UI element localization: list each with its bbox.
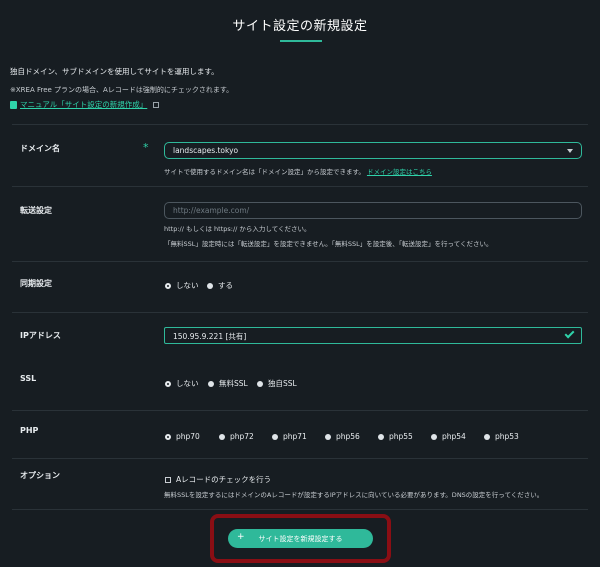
- radio-icon: [484, 433, 490, 440]
- create-site-button-label: サイト設定を新規設定する: [258, 534, 343, 543]
- redirect-label: 転送設定: [20, 206, 52, 215]
- option-help: 無料SSLを設定するにはドメインのAレコードが設定するIPアドレスに向いている必…: [164, 491, 544, 499]
- intro-text: 独自ドメイン、サブドメインを使用してサイトを運用します。: [10, 67, 219, 76]
- redirect-help-2: 「無料SSL」設定時には「転送設定」を設定できません。「無料SSL」を設定後、「…: [164, 240, 493, 248]
- radio-icon: [219, 433, 225, 440]
- domain-settings-link[interactable]: ドメイン設定はこちら: [367, 168, 432, 176]
- divider: [12, 509, 588, 510]
- radio-icon: [378, 433, 384, 440]
- redirect-help-1: http:// もしくは https:// から入力してください。: [164, 225, 311, 233]
- divider: [12, 261, 588, 262]
- sync-radio-group: しない する: [165, 280, 233, 291]
- php-option-label: php53: [495, 432, 519, 441]
- sync-option-off[interactable]: しない: [165, 280, 207, 291]
- php-option-label: php70: [176, 432, 200, 441]
- domain-help: サイトで使用するドメイン名は「ドメイン設定」から設定できます。 ドメイン設定はこ…: [164, 166, 432, 176]
- check-icon: [564, 328, 575, 339]
- php-option-label: php71: [283, 432, 307, 441]
- free-plan-note: ※XREA Free プランの場合、Aレコードは強制的にチェックされます。: [10, 86, 234, 94]
- title-underline: [280, 40, 322, 42]
- divider: [12, 458, 588, 459]
- redirect-url-input[interactable]: http://example.com/: [164, 202, 582, 219]
- divider: [12, 312, 588, 313]
- php-radio-group: php70 php72 php71 php56 php55 php54 php5…: [165, 432, 519, 441]
- option-label: オプション: [20, 471, 60, 480]
- chevron-down-icon: [567, 149, 573, 153]
- php-option-php71[interactable]: php71: [272, 432, 325, 441]
- ssl-option-none-label: しない: [176, 379, 199, 388]
- ssl-option-custom-label: 独自SSL: [268, 379, 297, 388]
- radio-icon: [325, 433, 331, 440]
- php-option-php55[interactable]: php55: [378, 432, 431, 441]
- ip-address-value: 150.95.9.221 [共有]: [173, 332, 247, 341]
- sync-label: 同期設定: [20, 279, 52, 288]
- ssl-option-free[interactable]: 無料SSL: [208, 378, 257, 389]
- domain-select-value: landscapes.tokyo: [173, 146, 239, 155]
- divider: [12, 124, 588, 125]
- divider: [12, 186, 588, 187]
- radio-icon: [257, 380, 263, 387]
- php-option-label: php56: [336, 432, 360, 441]
- php-option-label: php55: [389, 432, 413, 441]
- php-option-php54[interactable]: php54: [431, 432, 484, 441]
- sync-option-on-label: する: [218, 281, 233, 290]
- radio-icon: [272, 433, 278, 440]
- manual-link[interactable]: マニュアル「サイト設定の新規作成」: [10, 99, 160, 110]
- domain-help-text: サイトで使用するドメイン名は「ドメイン設定」から設定できます。: [164, 168, 365, 176]
- create-site-button[interactable]: + サイト設定を新規設定する: [228, 529, 373, 548]
- ip-label: IPアドレス: [20, 331, 61, 340]
- php-option-label: php72: [230, 432, 254, 441]
- a-record-checkbox-label: Aレコードのチェックを行う: [176, 475, 272, 484]
- radio-selected-icon: [165, 380, 171, 387]
- ssl-option-none[interactable]: しない: [165, 378, 208, 389]
- divider: [12, 410, 588, 411]
- required-mark: *: [143, 141, 149, 154]
- domain-select[interactable]: landscapes.tokyo: [164, 142, 582, 159]
- modal-title: サイト設定の新規設定: [232, 19, 368, 34]
- a-record-checkbox[interactable]: Aレコードのチェックを行う: [165, 474, 271, 485]
- radio-icon: [207, 282, 213, 289]
- ip-address-field[interactable]: 150.95.9.221 [共有]: [164, 327, 582, 344]
- php-option-php70[interactable]: php70: [165, 432, 219, 441]
- php-label: PHP: [20, 426, 39, 435]
- checkbox-icon: [165, 476, 171, 483]
- php-option-label: php54: [442, 432, 466, 441]
- sync-option-on[interactable]: する: [207, 280, 233, 291]
- ssl-option-free-label: 無料SSL: [219, 379, 248, 388]
- modal-dialog: サイト設定の新規設定 独自ドメイン、サブドメインを使用してサイトを運用します。 …: [0, 0, 600, 567]
- php-option-php53[interactable]: php53: [484, 432, 519, 441]
- radio-selected-icon: [165, 433, 171, 440]
- radio-icon: [208, 380, 214, 387]
- ssl-radio-group: しない 無料SSL 独自SSL: [165, 378, 297, 389]
- external-link-icon: [153, 101, 160, 108]
- redirect-url-placeholder: http://example.com/: [173, 206, 250, 215]
- php-option-php56[interactable]: php56: [325, 432, 378, 441]
- sync-option-off-label: しない: [176, 281, 199, 290]
- php-option-php72[interactable]: php72: [219, 432, 272, 441]
- ssl-option-custom[interactable]: 独自SSL: [257, 378, 297, 389]
- book-icon: [10, 100, 17, 109]
- plus-icon: +: [237, 532, 245, 542]
- radio-icon: [431, 433, 437, 440]
- radio-selected-icon: [165, 282, 171, 289]
- ssl-label: SSL: [20, 374, 37, 383]
- manual-link-label: マニュアル「サイト設定の新規作成」: [20, 100, 148, 109]
- domain-label: ドメイン名: [20, 144, 60, 153]
